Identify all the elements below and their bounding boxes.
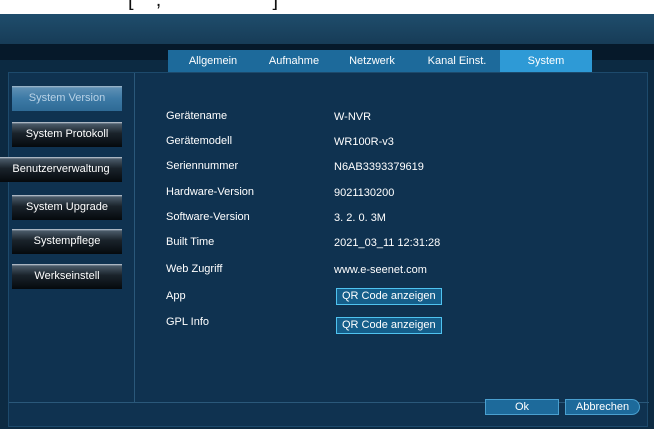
device-model-value: WR100R-v3 <box>334 136 394 148</box>
built-time-label: Built Time <box>166 236 215 248</box>
nvr-settings-window: Allgemein Aufnahme Netzwerk Kanal Einst.… <box>0 14 654 429</box>
serial-number-value: N6AB3393379619 <box>334 161 424 173</box>
tab-aufnahme[interactable]: Aufnahme <box>258 50 330 72</box>
software-version-value: 3. 2. 0. 3M <box>334 212 386 224</box>
software-version-label: Software-Version <box>166 211 250 223</box>
tab-allgemein[interactable]: Allgemein <box>168 50 258 72</box>
sidebar-item-systempflege[interactable]: Systempflege <box>12 229 122 254</box>
ok-button[interactable]: Ok <box>485 399 559 415</box>
device-name-label: Gerätename <box>166 110 228 122</box>
gpl-info-label: GPL Info <box>166 316 210 328</box>
serial-number-label: Seriennummer <box>166 160 239 172</box>
app-qr-code-button[interactable]: QR Code anzeigen <box>336 288 442 305</box>
cancel-button[interactable]: Abbrechen <box>565 399 640 415</box>
top-fragment-text: [ , ] <box>128 0 279 11</box>
web-access-label: Web Zugriff <box>166 263 223 275</box>
app-label: App <box>166 290 186 302</box>
sidebar-item-system-protokoll[interactable]: System Protokoll <box>12 122 122 147</box>
sidebar-item-system-version[interactable]: System Version <box>12 86 122 111</box>
tab-kanal-einst[interactable]: Kanal Einst. <box>414 50 500 72</box>
tab-bar: Allgemein Aufnahme Netzwerk Kanal Einst.… <box>168 50 592 72</box>
built-time-value: 2021_03_11 12:31:28 <box>334 237 441 249</box>
sidebar-item-benutzerverwaltung[interactable]: Benutzerverwaltung <box>0 157 122 182</box>
hardware-version-value: 9021130200 <box>334 187 395 199</box>
partial-top-text: [ , ] <box>0 0 654 14</box>
title-bar <box>0 14 654 44</box>
web-access-value: www.e-seenet.com <box>334 264 427 276</box>
sidebar-item-werkseinstell[interactable]: Werkseinstell <box>12 264 122 289</box>
tab-netzwerk[interactable]: Netzwerk <box>330 50 414 72</box>
sidebar-item-system-upgrade[interactable]: System Upgrade <box>12 195 122 220</box>
device-name-value: W-NVR <box>334 111 372 123</box>
hardware-version-label: Hardware-Version <box>166 186 255 198</box>
tab-system[interactable]: System <box>500 50 592 72</box>
gpl-qr-code-button[interactable]: QR Code anzeigen <box>336 317 442 334</box>
device-model-label: Gerätemodell <box>166 135 233 147</box>
